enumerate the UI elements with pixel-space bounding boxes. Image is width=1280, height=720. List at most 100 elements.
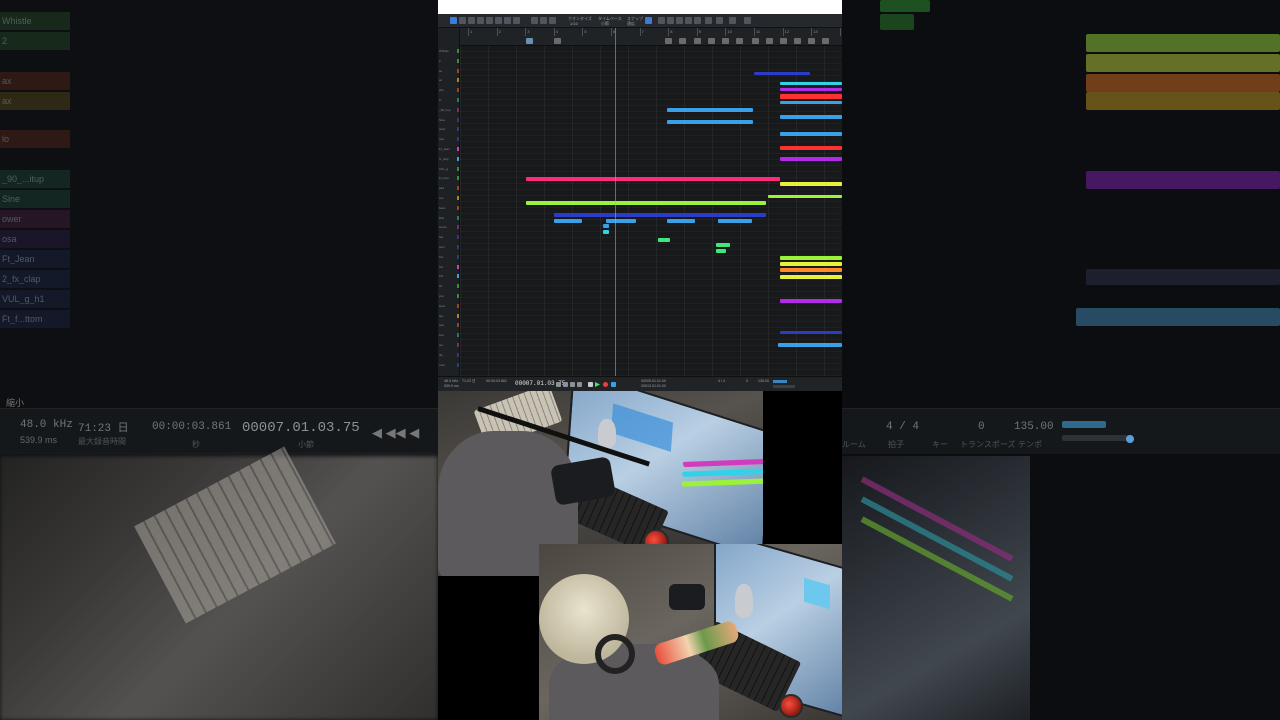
grid-toggle-icon[interactable] — [645, 17, 652, 24]
track-header[interactable]: pno — [438, 293, 460, 299]
marker-flag[interactable] — [766, 38, 773, 44]
track-header[interactable]: vox — [438, 195, 460, 201]
browser-icon[interactable] — [744, 17, 751, 24]
track-list-icon[interactable] — [676, 17, 683, 24]
event-clip[interactable] — [554, 213, 766, 217]
range-tool-icon[interactable] — [459, 17, 466, 24]
event-clip[interactable] — [667, 120, 753, 124]
track-header[interactable]: ax — [438, 68, 460, 74]
event-clip[interactable] — [780, 101, 842, 104]
record-icon[interactable] — [603, 382, 608, 387]
event-clip[interactable] — [716, 249, 726, 253]
back-icon[interactable] — [563, 382, 568, 387]
marker-flag[interactable] — [808, 38, 815, 44]
play-icon[interactable] — [595, 382, 600, 387]
forward-icon[interactable] — [570, 382, 575, 387]
marker-flag[interactable] — [780, 38, 787, 44]
track-header[interactable]: sub — [438, 322, 460, 328]
marker-flag[interactable] — [526, 38, 533, 44]
editor-icon[interactable] — [716, 17, 723, 24]
track-header[interactable]: Whistle — [438, 48, 460, 54]
event-clip[interactable] — [754, 72, 810, 75]
event-clip[interactable] — [780, 82, 842, 85]
metronome-icon[interactable] — [685, 17, 692, 24]
event-clip[interactable] — [780, 275, 842, 279]
track-header[interactable]: arp — [438, 313, 460, 319]
track-header[interactable]: snare — [438, 224, 460, 230]
event-clip[interactable] — [780, 299, 842, 303]
event-clip[interactable] — [716, 243, 730, 247]
snap-icon[interactable] — [540, 17, 547, 24]
track-header[interactable]: ower — [438, 126, 460, 132]
mute-tool-icon[interactable] — [495, 17, 502, 24]
marker-flag[interactable] — [679, 38, 686, 44]
event-clip[interactable] — [554, 219, 582, 223]
track-header[interactable]: hat — [438, 234, 460, 240]
event-clip[interactable] — [768, 195, 842, 198]
event-clip[interactable] — [780, 115, 842, 119]
track-header[interactable]: perc — [438, 244, 460, 250]
rewind-icon[interactable]: ◀ ◀◀ ◀ — [372, 425, 419, 441]
event-clip[interactable] — [667, 219, 695, 223]
toggle-icon[interactable] — [1126, 435, 1134, 443]
quantize-value[interactable]: 1/16 — [570, 21, 578, 26]
loop-toggle-icon[interactable] — [611, 382, 616, 387]
track-header[interactable]: 2 — [438, 58, 460, 64]
loop-icon[interactable] — [694, 17, 701, 24]
event-clip[interactable] — [667, 108, 753, 112]
marker-flag[interactable] — [752, 38, 759, 44]
bend-tool-icon[interactable] — [504, 17, 511, 24]
loop-start[interactable]: 00005.01.01.00 — [641, 379, 666, 384]
marker-flag[interactable] — [708, 38, 715, 44]
track-header[interactable]: ax — [438, 77, 460, 83]
event-clip[interactable] — [780, 88, 842, 91]
stop-icon[interactable] — [588, 382, 593, 387]
marker-flag[interactable] — [722, 38, 729, 44]
track-header[interactable]: VUL_g — [438, 166, 460, 172]
event-clip[interactable] — [780, 157, 842, 161]
track-header[interactable]: lead — [438, 303, 460, 309]
mixer-icon[interactable] — [729, 17, 736, 24]
track-header[interactable]: Sine — [438, 117, 460, 123]
track-header[interactable]: fx3 — [438, 273, 460, 279]
track-header[interactable]: mstr — [438, 362, 460, 368]
tempo-value[interactable]: 135.00 — [758, 379, 769, 384]
track-header[interactable]: lo — [438, 97, 460, 103]
snap-mode-value[interactable]: 適応 — [627, 21, 635, 26]
track-header[interactable]: str — [438, 283, 460, 289]
timebase-value[interactable]: 小節 — [601, 21, 609, 26]
signature[interactable]: 4 / 4 — [718, 379, 725, 384]
track-header[interactable]: fx_clap — [438, 156, 460, 162]
timeline-ruler[interactable]: 1234567891011121314 — [460, 28, 842, 46]
help-icon[interactable] — [705, 17, 712, 24]
marker-flag[interactable] — [554, 38, 561, 44]
track-header[interactable]: kick — [438, 215, 460, 221]
event-clip[interactable] — [780, 331, 842, 334]
event-clip[interactable] — [780, 146, 842, 150]
playhead[interactable] — [615, 28, 616, 376]
event-clip[interactable] — [606, 219, 636, 223]
event-clip[interactable] — [780, 256, 842, 260]
inspector-icon[interactable] — [667, 17, 674, 24]
transpose-value[interactable]: 0 — [746, 379, 748, 384]
track-header[interactable]: bus — [438, 332, 460, 338]
track-header[interactable]: fx2 — [438, 264, 460, 270]
event-clip[interactable] — [526, 177, 780, 181]
zoom-icon[interactable] — [549, 17, 556, 24]
track-header[interactable]: pad — [438, 185, 460, 191]
event-clip[interactable] — [780, 182, 842, 186]
event-clip[interactable] — [603, 230, 609, 234]
listen-tool-icon[interactable] — [513, 17, 520, 24]
split-tool-icon[interactable] — [468, 17, 475, 24]
arrow-tool-icon[interactable] — [450, 17, 457, 24]
eraser-tool-icon[interactable] — [477, 17, 484, 24]
autoscroll-icon[interactable] — [531, 17, 538, 24]
event-clip[interactable] — [780, 268, 842, 272]
event-clip[interactable] — [718, 219, 752, 223]
rewind-icon[interactable] — [556, 382, 561, 387]
track-header[interactable]: Ft_ttom — [438, 175, 460, 181]
event-clip[interactable] — [658, 238, 670, 242]
list-view-icon[interactable] — [658, 17, 665, 24]
event-clip[interactable] — [780, 132, 842, 136]
track-header[interactable]: Ft_Jean — [438, 146, 460, 152]
